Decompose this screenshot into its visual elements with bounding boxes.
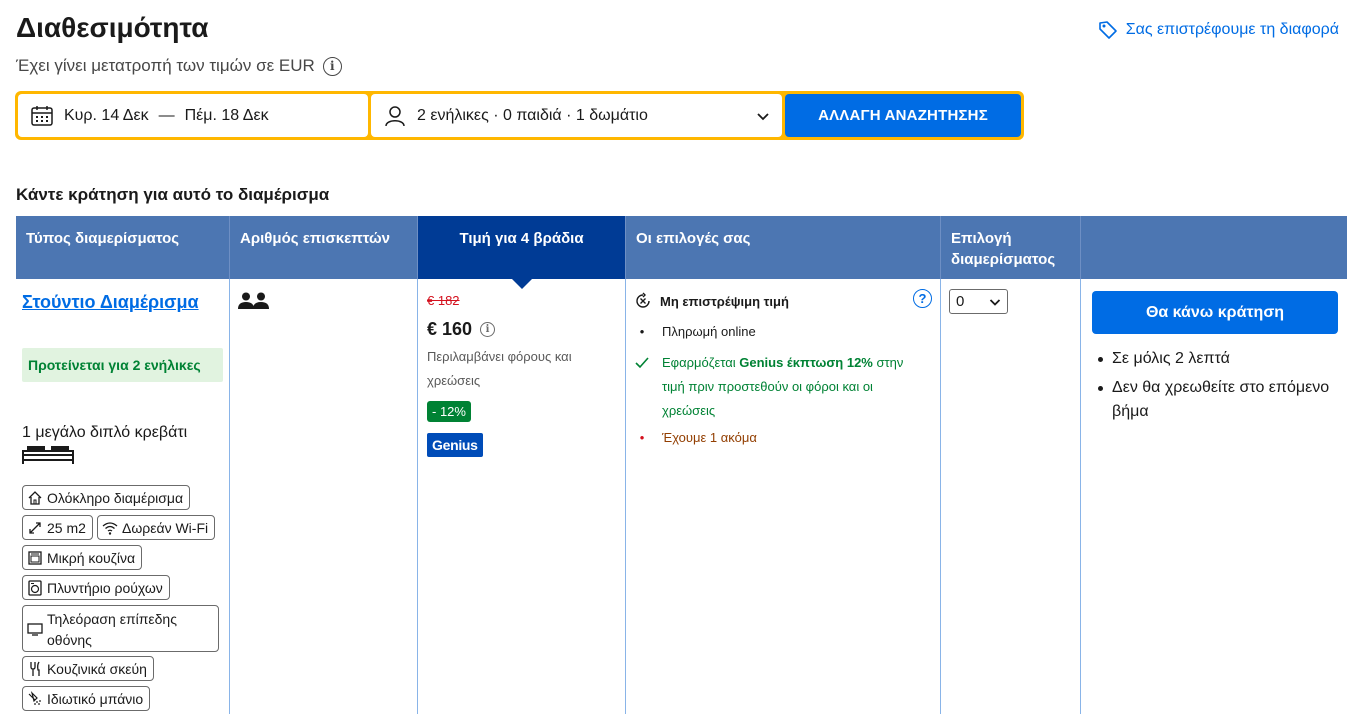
header-options: Οι επιλογές σας <box>626 216 941 279</box>
bullet-icon: • <box>639 430 645 445</box>
amenity-label: Δωρεάν Wi-Fi <box>122 519 209 536</box>
house-icon <box>28 490 42 505</box>
date-separator: — <box>158 106 175 124</box>
guests-selector[interactable]: 2 ενήλικες · 0 παιδιά · 1 δωμάτιο <box>371 94 782 137</box>
fork-knife-icon <box>30 661 40 676</box>
guests-text: 2 ενήλικες · 0 παιδιά · 1 δωμάτιο <box>417 106 648 124</box>
recommended-badge: Προτείνεται για 2 ενήλικες <box>22 348 223 382</box>
room-type-cell: Στούντιο Διαμέρισμα Προτείνεται για 2 εν… <box>16 279 230 714</box>
header-select: Επιλογή διαμερίσματος <box>941 216 1081 279</box>
room-name-link[interactable]: Στούντιο Διαμέρισμα <box>22 290 202 314</box>
reserve-cell: Θα κάνω κράτηση Σε μόλις 2 λεπτά Δεν θα … <box>1081 279 1347 714</box>
amenity-kitchenware: Κουζινικά σκεύη <box>22 656 154 681</box>
room-quantity-select[interactable]: 0 <box>949 289 1008 314</box>
chevron-down-icon <box>989 298 1001 306</box>
amenity-label: Τηλεόραση επίπεδης οθόνης <box>47 611 177 648</box>
rooms-table: Τύπος διαμερίσματος Αριθμός επισκεπτών Τ… <box>16 216 1347 714</box>
taxes-included-note: Περιλαμβάνει φόρους και χρεώσεις <box>427 349 572 388</box>
list-item: Δεν θα χρεωθείτε στο επόμενο βήμα <box>1096 376 1336 424</box>
amenity-entire-apartment: Ολόκληρο διαμέρισμα <box>22 485 191 510</box>
price-match-link[interactable]: Σας επιστρέφουμε τη διαφορά <box>1098 20 1339 40</box>
price-cell: € 182 € 160 i Περιλαμβάνει φόρους και χρ… <box>418 279 626 714</box>
shower-icon <box>28 690 41 705</box>
two-people-icon <box>238 292 269 309</box>
help-icon[interactable]: ? <box>913 289 932 308</box>
person-icon <box>385 105 405 126</box>
checkmark-icon <box>635 357 649 369</box>
wifi-icon <box>102 521 118 535</box>
change-search-button[interactable]: ΑΛΛΑΓΗ ΑΝΑΖΗΤΗΣΗΣ <box>785 94 1021 137</box>
header-room-type: Τύπος διαμερίσματος <box>16 216 230 279</box>
non-refundable-text: Μη επιστρέψιμη τιμή <box>660 293 789 309</box>
amenity-label: Πλυντήριο ρούχων <box>47 579 163 596</box>
genius-discount-item: Εφαρμόζεται Genius έκπτωση 12% στην τιμή… <box>634 351 924 423</box>
amenity-wifi: Δωρεάν Wi-Fi <box>97 515 216 540</box>
checkin-date: Κυρ. 14 Δεκ <box>64 106 149 124</box>
price-match-text[interactable]: Σας επιστρέφουμε τη διαφορά <box>1126 21 1339 39</box>
bed-info: 1 μεγάλο διπλό κρεβάτι <box>22 424 188 441</box>
info-icon[interactable]: i <box>322 56 342 76</box>
tv-icon <box>27 623 43 636</box>
room-quantity-value: 0 <box>956 293 965 310</box>
amenity-tv: Τηλεόραση επίπεδης οθόνης <box>22 605 219 652</box>
genius-discount-text: Εφαρμόζεται Genius έκπτωση 12% στην τιμή… <box>662 351 924 423</box>
options-cell: Μη επιστρέψιμη τιμή ? • Πληρωμή online Ε… <box>626 279 941 714</box>
remaining-rooms-item: • Έχουμε 1 ακόμα <box>634 426 757 450</box>
chevron-down-icon <box>757 112 769 120</box>
amenity-label: Μικρή κουζίνα <box>47 549 136 566</box>
checkout-date: Πέμ. 18 Δεκ <box>184 106 269 124</box>
original-price: € 182 <box>427 293 460 308</box>
amenity-bathroom: Ιδιωτικό μπάνιο <box>22 686 151 711</box>
kitchen-icon <box>28 550 42 565</box>
current-price-value: € 160 <box>427 319 473 339</box>
guests-cell <box>230 279 418 714</box>
double-bed-icon <box>22 446 74 464</box>
bullet-icon: • <box>639 324 645 339</box>
price-tag-icon <box>1098 21 1117 39</box>
table-header: Τύπος διαμερίσματος Αριθμός επισκεπτών Τ… <box>16 216 1347 289</box>
reserve-button[interactable]: Θα κάνω κράτηση <box>1092 291 1338 334</box>
booking-heading: Κάντε κράτηση για αυτό το διαμέρισμα <box>16 185 330 204</box>
non-refundable-title: Μη επιστρέψιμη τιμή <box>634 292 789 310</box>
amenity-washer: Πλυντήριο ρούχων <box>22 575 170 600</box>
remaining-rooms-text: Έχουμε 1 ακόμα <box>662 430 757 445</box>
washing-machine-icon <box>28 579 42 596</box>
select-cell: 0 <box>941 279 1081 714</box>
online-payment-item: • Πληρωμή online <box>634 320 756 344</box>
online-payment-text: Πληρωμή online <box>662 324 756 339</box>
current-price: € 160 i <box>427 319 496 340</box>
amenity-kitchenette: Μικρή κουζίνα <box>22 545 143 570</box>
genius-prefix: Εφαρμόζεται <box>662 355 740 370</box>
genius-badge: Genius <box>427 433 483 457</box>
date-picker[interactable]: Κυρ. 14 Δεκ — Πέμ. 18 Δεκ <box>18 94 368 137</box>
amenity-label: Ιδιωτικό μπάνιο <box>47 690 144 707</box>
header-empty <box>1081 216 1347 279</box>
header-guests: Αριθμός επισκεπτών <box>230 216 418 279</box>
amenity-label: 25 m2 <box>47 519 86 536</box>
genius-discount-bold: Genius έκπτωση 12% <box>739 355 873 370</box>
currency-note: Έχει γίνει μετατροπή των τιμών σε EUR i <box>16 56 342 76</box>
search-bar: Κυρ. 14 Δεκ — Πέμ. 18 Δεκ 2 ενήλικες · 0… <box>15 91 1024 140</box>
page-title: Διαθεσιμότητα <box>16 12 209 43</box>
room-size-icon <box>29 521 41 534</box>
currency-note-text: Έχει γίνει μετατροπή των τιμών σε EUR <box>16 56 315 75</box>
amenity-label: Κουζινικά σκεύη <box>47 660 147 677</box>
no-refund-icon <box>636 292 650 308</box>
amenity-size: 25 m2 <box>22 515 93 540</box>
price-info-icon[interactable]: i <box>480 322 496 337</box>
list-item: Σε μόλις 2 λεπτά <box>1096 347 1336 371</box>
calendar-icon <box>31 105 53 126</box>
amenity-label: Ολόκληρο διαμέρισμα <box>47 489 184 506</box>
discount-badge: - 12% <box>427 401 471 422</box>
reserve-notes: Σε μόλις 2 λεπτά Δεν θα χρεωθείτε στο επ… <box>1096 347 1336 429</box>
header-price[interactable]: Τιμή για 4 βράδια <box>418 216 626 289</box>
